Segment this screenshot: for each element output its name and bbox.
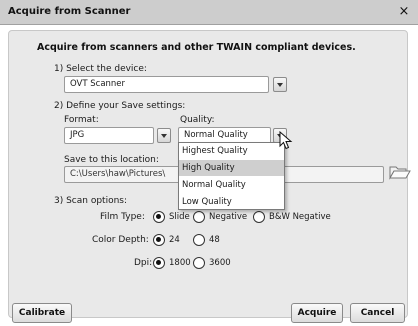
save-settings-label: 2) Define your Save settings: [54,101,186,111]
quality-option[interactable]: Low Quality [179,194,284,210]
quality-option[interactable]: Normal Quality [179,177,284,193]
format-label: Format: [64,115,99,125]
quality-dropdown-list: Highest Quality High Quality Normal Qual… [178,142,285,210]
dpi-3600-label: 3600 [209,258,231,268]
quality-option-highlighted[interactable]: High Quality [179,160,284,176]
folder-open-icon[interactable] [389,164,411,180]
cancel-button[interactable]: Cancel [350,303,405,323]
color-depth-24-label: 24 [169,235,180,245]
film-type-label: Film Type: [100,212,145,222]
format-dropdown-button[interactable] [157,128,171,143]
color-depth-48-label: 48 [209,235,220,245]
device-label: 1) Select the device: [54,64,147,74]
film-type-slide-radio[interactable] [153,211,165,223]
film-type-negative-radio[interactable] [193,211,205,223]
calibrate-button[interactable]: Calibrate [12,303,72,323]
close-icon[interactable]: × [396,3,412,20]
film-type-slide-label: Slide [169,212,190,222]
dpi-label: Dpi: [134,258,153,268]
format-select[interactable]: JPG [64,127,154,144]
scan-options-label: 3) Scan options: [54,196,128,206]
film-type-negative-label: Negative [209,212,248,222]
dpi-1800-label: 1800 [169,258,191,268]
window-title: Acquire from Scanner [8,6,131,17]
film-type-bw-negative-label: B&W Negative [269,212,331,222]
title-bar: Acquire from Scanner × [0,0,418,25]
color-depth-24-radio[interactable] [153,234,165,246]
color-depth-48-radio[interactable] [193,234,205,246]
dpi-1800-radio[interactable] [153,257,165,269]
film-type-bw-negative-radio[interactable] [253,211,265,223]
quality-label: Quality: [180,115,215,125]
device-dropdown-button[interactable] [273,77,287,92]
location-label: Save to this location: [64,155,159,165]
color-depth-label: Color Depth: [92,235,149,245]
dpi-3600-radio[interactable] [193,257,205,269]
mouse-pointer-icon [279,131,293,150]
dialog-heading: Acquire from scanners and other TWAIN co… [37,42,356,53]
device-select[interactable]: OVT Scanner [64,76,269,93]
acquire-button[interactable]: Acquire [291,303,343,323]
quality-option[interactable]: Highest Quality [179,143,284,159]
